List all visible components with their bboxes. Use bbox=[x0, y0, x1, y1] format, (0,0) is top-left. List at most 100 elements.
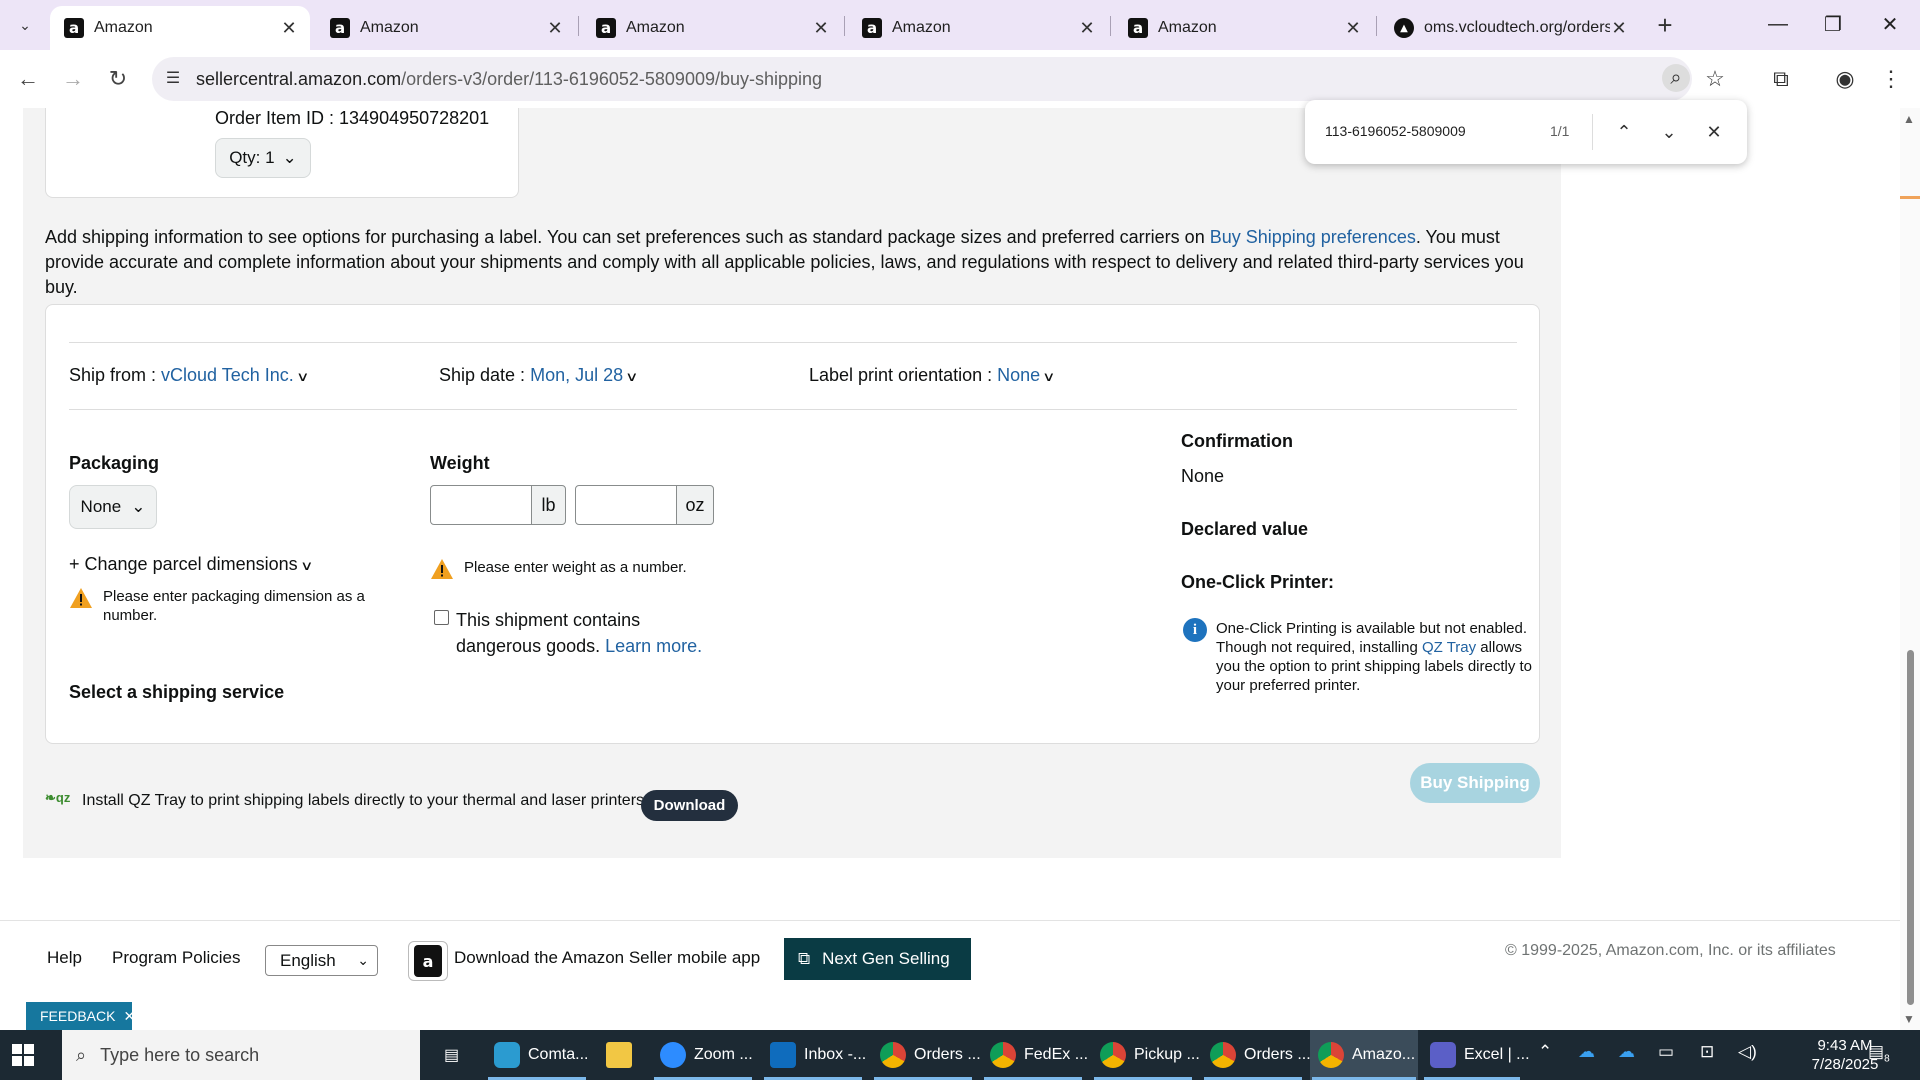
change-parcel-dimensions-link[interactable]: + Change parcel dimensions ∨ bbox=[69, 554, 314, 575]
taskbar-app[interactable] bbox=[598, 1030, 646, 1080]
taskbar-search[interactable]: ⌕ Type here to search bbox=[62, 1030, 420, 1080]
qz-tray-link[interactable]: QZ Tray bbox=[1422, 639, 1476, 656]
confirmation-value: None bbox=[1181, 466, 1225, 486]
amazon-icon: a bbox=[64, 18, 84, 38]
onedrive-icon[interactable]: ☁ bbox=[1578, 1042, 1595, 1062]
taskbar-app[interactable]: Comta... bbox=[486, 1030, 588, 1080]
buy-shipping-preferences-link[interactable]: Buy Shipping preferences bbox=[1210, 227, 1416, 247]
buy-shipping-button[interactable]: Buy Shipping bbox=[1410, 763, 1540, 803]
taskbar-app[interactable]: Orders ... bbox=[1202, 1030, 1311, 1080]
language-select[interactable]: English ⌄ bbox=[265, 945, 378, 976]
close-icon[interactable]: ✕ bbox=[812, 18, 830, 39]
volume-icon[interactable]: ◁) bbox=[1738, 1042, 1757, 1062]
scroll-up-icon[interactable]: ▲ bbox=[1903, 112, 1915, 126]
minimize-button[interactable]: — bbox=[1756, 6, 1800, 42]
amazon-icon: a bbox=[596, 18, 616, 38]
battery-icon[interactable]: ▭ bbox=[1658, 1042, 1674, 1062]
find-close-button[interactable]: ✕ bbox=[1700, 118, 1728, 146]
next-gen-selling-button[interactable]: ⧉ Next Gen Selling bbox=[784, 938, 971, 980]
weight-lb-input[interactable] bbox=[430, 485, 532, 525]
task-view-button[interactable]: ▤ bbox=[436, 1030, 470, 1080]
zoom-icon bbox=[660, 1042, 686, 1068]
divider bbox=[69, 409, 1517, 410]
extensions-icon[interactable]: ⧉ bbox=[1766, 64, 1796, 94]
browser-tab[interactable]: a Amazon ✕ bbox=[50, 6, 310, 50]
weight-warning: Please enter weight as a number. bbox=[430, 558, 730, 580]
chrome-icon bbox=[990, 1042, 1016, 1068]
windows-start-button[interactable] bbox=[12, 1044, 34, 1066]
ship-from-dropdown[interactable]: Ship from : vCloud Tech Inc. ∨ bbox=[69, 365, 309, 386]
close-icon[interactable]: ✕ bbox=[1610, 18, 1628, 39]
chevron-down-icon: ⌄ bbox=[357, 952, 369, 968]
scrollbar-thumb[interactable] bbox=[1907, 650, 1914, 1005]
dangerous-goods-checkbox[interactable] bbox=[434, 610, 449, 625]
scroll-down-icon[interactable]: ▼ bbox=[1903, 1012, 1915, 1026]
feedback-button[interactable]: FEEDBACK ✕ bbox=[26, 1002, 135, 1030]
amazon-seller-app-icon[interactable]: a bbox=[408, 941, 448, 981]
taskbar-app-label: FedEx ... bbox=[1024, 1046, 1089, 1063]
chevron-up-icon: ⌃ bbox=[1616, 121, 1632, 142]
app-icon bbox=[494, 1042, 520, 1068]
browser-tab[interactable]: a Amazon ✕ bbox=[1114, 6, 1374, 50]
tab-title: oms.vcloudtech.org/orders bbox=[1424, 19, 1610, 36]
find-query[interactable]: 113-6196052-5809009 bbox=[1325, 123, 1466, 139]
chrome-icon bbox=[1210, 1042, 1236, 1068]
ship-date-dropdown[interactable]: Ship date : Mon, Jul 28 ∨ bbox=[439, 365, 639, 386]
close-icon[interactable]: ✕ bbox=[1344, 18, 1362, 39]
browser-tab[interactable]: ▲ oms.vcloudtech.org/orders ✕ bbox=[1380, 6, 1640, 50]
chevron-down-icon: ∨ bbox=[625, 369, 639, 384]
program-policies-link[interactable]: Program Policies bbox=[112, 948, 241, 968]
close-icon[interactable]: ✕ bbox=[280, 18, 298, 39]
taskbar-app[interactable]: Pickup ... bbox=[1092, 1030, 1200, 1080]
weight-warning-text: Please enter weight as a number. bbox=[464, 559, 687, 576]
new-tab-button[interactable]: + bbox=[1650, 10, 1680, 40]
amazon-icon: a bbox=[414, 945, 442, 977]
ship-date-label: Ship date : bbox=[439, 365, 531, 385]
taskbar-app-label: Inbox -... bbox=[804, 1046, 867, 1063]
profile-icon[interactable]: ◉ bbox=[1830, 64, 1860, 94]
taskbar-app[interactable]: Inbox -... bbox=[762, 1030, 867, 1080]
notifications-icon[interactable]: ▤8 bbox=[1868, 1042, 1890, 1064]
download-button[interactable]: Download bbox=[641, 790, 738, 821]
restore-button[interactable]: ❐ bbox=[1811, 6, 1855, 42]
url-text[interactable]: sellercentral.amazon.com/orders-v3/order… bbox=[196, 69, 822, 90]
taskbar-app[interactable]: Zoom ... bbox=[652, 1030, 754, 1080]
qty-dropdown[interactable]: Qty: 1 ⌄ bbox=[215, 138, 311, 178]
tab-search-button[interactable]: ⌄ bbox=[8, 10, 42, 40]
learn-more-link[interactable]: Learn more. bbox=[605, 636, 702, 656]
download-app-link[interactable]: Download the Amazon Seller mobile app bbox=[454, 948, 760, 968]
onedrive-icon[interactable]: ☁ bbox=[1618, 1042, 1635, 1062]
browser-tab[interactable]: a Amazon ✕ bbox=[582, 6, 842, 50]
help-link[interactable]: Help bbox=[47, 948, 82, 968]
find-next-button[interactable]: ⌄ bbox=[1655, 118, 1683, 146]
close-icon[interactable]: ✕ bbox=[123, 1008, 135, 1025]
close-window-button[interactable]: ✕ bbox=[1868, 6, 1912, 42]
menu-icon[interactable]: ⋮ bbox=[1876, 64, 1906, 94]
label-orientation-dropdown[interactable]: Label print orientation : None ∨ bbox=[809, 365, 1056, 386]
back-button[interactable]: ← bbox=[12, 63, 44, 95]
reload-button[interactable]: ↻ bbox=[102, 63, 134, 95]
find-match-marker bbox=[1900, 196, 1920, 199]
close-icon[interactable]: ✕ bbox=[546, 18, 564, 39]
site-info-icon[interactable]: ☰ bbox=[162, 68, 184, 90]
chevron-down-icon: ∨ bbox=[299, 558, 314, 573]
taskbar-app[interactable]: Amazo... bbox=[1310, 1030, 1418, 1080]
chevron-up-icon[interactable]: ⌃ bbox=[1538, 1042, 1552, 1062]
forward-button[interactable]: → bbox=[57, 63, 89, 95]
browser-tab[interactable]: a Amazon ✕ bbox=[316, 6, 576, 50]
find-in-page-icon[interactable]: ⌕ bbox=[1662, 64, 1690, 92]
tab-divider bbox=[578, 16, 579, 36]
close-icon[interactable]: ✕ bbox=[1078, 18, 1096, 39]
browser-tab[interactable]: a Amazon ✕ bbox=[848, 6, 1108, 50]
network-icon[interactable]: ⊡ bbox=[1700, 1042, 1714, 1062]
find-previous-button[interactable]: ⌃ bbox=[1610, 118, 1638, 146]
taskbar-app[interactable]: Excel | ... bbox=[1422, 1030, 1530, 1080]
select-shipping-service-title: Select a shipping service bbox=[69, 682, 285, 702]
taskbar-app-label: Comta... bbox=[528, 1046, 589, 1063]
bookmark-star-icon[interactable]: ☆ bbox=[1700, 64, 1730, 94]
address-bar[interactable]: ☰ sellercentral.amazon.com/orders-v3/ord… bbox=[152, 57, 1692, 101]
taskbar-app[interactable]: Orders ... bbox=[872, 1030, 981, 1080]
weight-oz-input[interactable] bbox=[575, 485, 677, 525]
taskbar-app[interactable]: FedEx ... bbox=[982, 1030, 1088, 1080]
packaging-dropdown[interactable]: None ⌄ bbox=[69, 485, 157, 529]
